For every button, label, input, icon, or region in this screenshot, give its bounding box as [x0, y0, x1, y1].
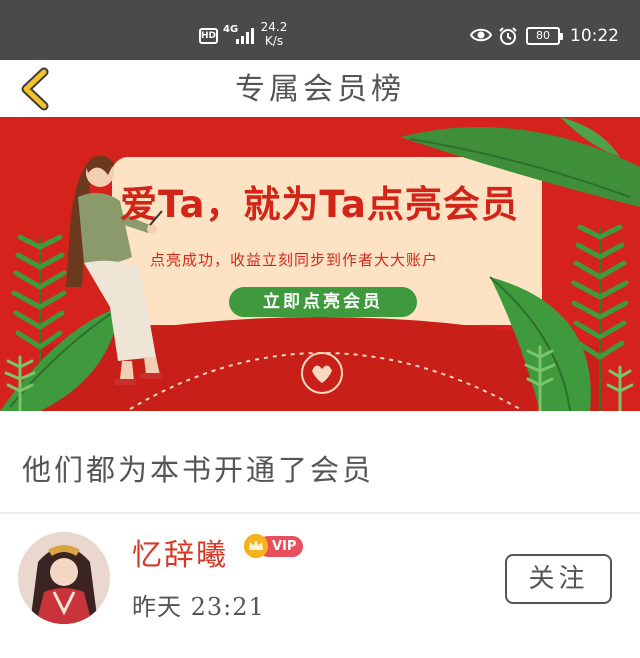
banner-subtitle: 点亮成功，收益立刻同步到作者大大账户: [150, 251, 439, 269]
alarm-icon: [499, 27, 517, 45]
page-title: 专属会员榜: [235, 72, 405, 107]
status-bar: HD 4G 24.2 K/s 80 10:22: [0, 0, 640, 60]
member-time: 昨天 23:21: [132, 593, 265, 621]
avatar[interactable]: [18, 532, 110, 624]
member-name[interactable]: 忆辞曦: [132, 538, 228, 574]
speed-unit: K/s: [264, 34, 284, 48]
battery-icon: 80: [526, 27, 563, 45]
clock: 10:22: [570, 26, 619, 46]
list-item: 忆辞曦 昨天 23:21 关注: [0, 514, 640, 658]
network-speed: 24.2 K/s: [260, 20, 288, 48]
follow-button[interactable]: 关注: [505, 554, 612, 604]
activate-membership-button[interactable]: 立即点亮会员: [229, 287, 417, 317]
signal-icon: [236, 28, 254, 44]
banner-headline: 爱Ta，就为Ta点亮会员: [120, 183, 519, 226]
section-heading: 他们都为本书开通了会员: [22, 453, 375, 487]
eye-icon: [470, 28, 492, 42]
network-type: 4G: [223, 24, 239, 35]
nav-bar: 专属会员榜: [0, 60, 640, 118]
hd-indicator: HD: [199, 28, 218, 44]
crown-icon: [244, 534, 268, 558]
avatar-image: [18, 532, 110, 624]
speed-value: 24.2: [260, 20, 288, 34]
